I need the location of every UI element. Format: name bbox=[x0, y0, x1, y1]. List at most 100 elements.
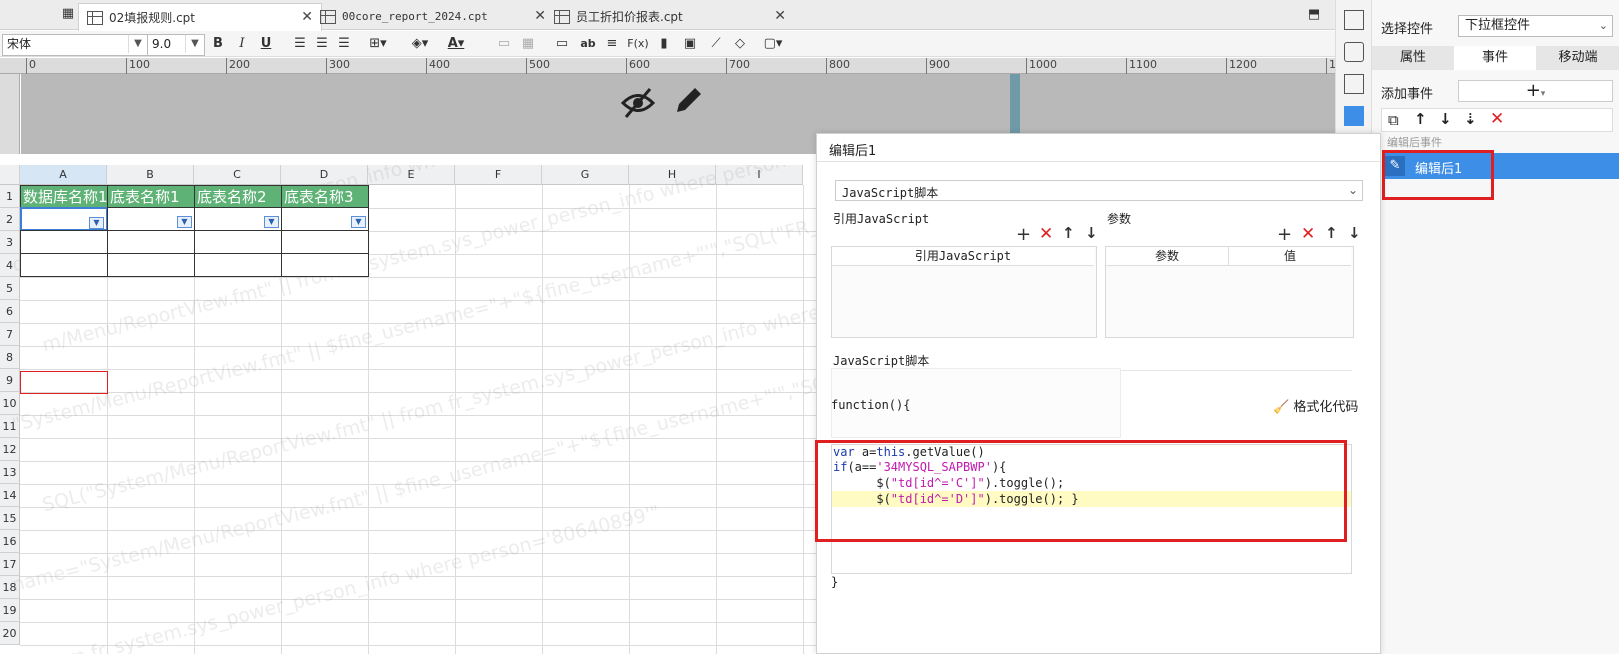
widget-select[interactable]: 下拉框控件 ⌄ bbox=[1458, 15, 1613, 37]
cell-b3[interactable] bbox=[107, 230, 195, 254]
arrow-down-icon[interactable]: ↓ bbox=[1348, 224, 1361, 242]
add-ref-js-icon[interactable]: + bbox=[1016, 224, 1031, 245]
cell-b2-dropdown[interactable]: ▼ bbox=[107, 207, 195, 231]
cell-d2-dropdown[interactable]: ▼ bbox=[281, 207, 369, 231]
dropdown-icon[interactable]: ▼ bbox=[177, 216, 192, 228]
formula-icon[interactable]: F(x) bbox=[626, 35, 650, 53]
params-table[interactable]: 参数 值 bbox=[1105, 246, 1354, 338]
row-header[interactable]: 15 bbox=[0, 507, 20, 530]
close-tab-icon[interactable]: ✕ bbox=[774, 8, 786, 24]
cell-d3[interactable] bbox=[281, 230, 369, 254]
event-type-select[interactable]: JavaScript脚本 ⌄ bbox=[835, 180, 1363, 201]
ref-js-table[interactable]: 引用JavaScript bbox=[831, 246, 1097, 338]
chart-icon[interactable]: ▮ bbox=[654, 35, 674, 53]
format-code-button[interactable]: 🧹 格式化代码 bbox=[1273, 396, 1358, 415]
cell-d4[interactable] bbox=[281, 253, 369, 277]
arrow-up-icon[interactable]: ↑ bbox=[1325, 224, 1338, 242]
row-header[interactable]: 2 bbox=[0, 208, 20, 231]
minimize-tabs-icon[interactable]: ⬒ bbox=[1304, 6, 1324, 24]
align-center-icon[interactable]: ☰ bbox=[312, 35, 332, 53]
image-icon[interactable]: ▣ bbox=[680, 35, 700, 53]
row-header[interactable]: 13 bbox=[0, 461, 20, 484]
row-header[interactable]: 5 bbox=[0, 277, 20, 300]
header-cell-b1[interactable]: 底表名称1 bbox=[107, 185, 195, 208]
delete-icon[interactable]: ✕ bbox=[1490, 109, 1504, 129]
edit-pencil-icon[interactable] bbox=[671, 84, 705, 118]
event-item-after-edit[interactable]: ✎ 编辑后1 bbox=[1382, 153, 1619, 179]
cell-a3[interactable] bbox=[20, 230, 108, 254]
cell-c4[interactable] bbox=[194, 253, 282, 277]
arrow-up-icon[interactable]: ↑ bbox=[1414, 110, 1427, 128]
row-header[interactable]: 16 bbox=[0, 530, 20, 553]
copy-icon[interactable]: ⧉ bbox=[1388, 111, 1399, 129]
arrow-up-icon[interactable]: ↑ bbox=[1062, 224, 1075, 242]
row-header[interactable]: 3 bbox=[0, 231, 20, 254]
column-header[interactable]: I bbox=[716, 165, 803, 185]
dropdown-icon[interactable]: ▼ bbox=[264, 216, 279, 228]
close-tab-icon[interactable]: ✕ bbox=[534, 8, 546, 24]
row-header[interactable]: 12 bbox=[0, 438, 20, 461]
tab-file-3[interactable]: 员工折扣价报表.cpt ✕ bbox=[546, 3, 794, 30]
widget-settings-icon[interactable] bbox=[1344, 42, 1364, 62]
row-header[interactable]: 11 bbox=[0, 415, 20, 438]
bold-button[interactable]: B bbox=[208, 35, 228, 53]
insert-widget-icon[interactable]: ▭ bbox=[552, 35, 572, 53]
font-size-select[interactable]: 9.0 ▼ bbox=[147, 34, 205, 56]
row-header[interactable]: 18 bbox=[0, 576, 20, 599]
delete-param-icon[interactable]: ✕ bbox=[1301, 224, 1315, 244]
border-icon[interactable]: ⊞▾ bbox=[368, 35, 388, 53]
tab-file-1[interactable]: 02填报规则.cpt ✕ bbox=[78, 3, 322, 31]
cell-b4[interactable] bbox=[107, 253, 195, 277]
column-header[interactable]: C bbox=[194, 165, 281, 185]
dropdown-icon[interactable]: ▼ bbox=[89, 217, 104, 229]
tab-mobile[interactable]: 移动端 bbox=[1536, 46, 1619, 70]
arrow-down-icon[interactable]: ↓ bbox=[1085, 224, 1098, 242]
cell-a4[interactable] bbox=[20, 253, 108, 277]
cell-border-icon[interactable]: ▢▾ bbox=[758, 35, 788, 53]
row-header[interactable]: 7 bbox=[0, 323, 20, 346]
format-brush-icon[interactable]: ◇ bbox=[730, 35, 750, 53]
delete-ref-js-icon[interactable]: ✕ bbox=[1039, 224, 1053, 244]
rich-text-icon[interactable]: ≡ bbox=[602, 35, 622, 53]
cell-c2-dropdown[interactable]: ▼ bbox=[194, 207, 282, 231]
text-ab-icon[interactable]: ab bbox=[578, 35, 598, 53]
tab-properties[interactable]: 属性 bbox=[1372, 46, 1454, 70]
column-header[interactable]: G bbox=[542, 165, 629, 185]
row-header[interactable]: 20 bbox=[0, 622, 20, 645]
js-code-editor[interactable]: var a=this.getValue() if(a=='34MYSQL_SAP… bbox=[831, 444, 1352, 574]
split-cell-icon[interactable]: ▦ bbox=[518, 35, 538, 53]
arrow-down-icon[interactable]: ↓ bbox=[1439, 110, 1452, 128]
row-header[interactable]: 6 bbox=[0, 300, 20, 323]
column-header[interactable]: B bbox=[107, 165, 194, 185]
frame-icon[interactable] bbox=[1344, 74, 1364, 94]
underline-button[interactable]: U bbox=[256, 35, 276, 53]
layout-icon[interactable] bbox=[1344, 10, 1364, 30]
font-family-select[interactable]: 宋体 ▼ bbox=[2, 34, 148, 56]
dropdown-widget-icon[interactable] bbox=[1344, 106, 1364, 126]
row-header[interactable]: 9 bbox=[0, 369, 20, 392]
add-event-button[interactable]: +▾ bbox=[1458, 80, 1613, 102]
tab-events[interactable]: 事件 bbox=[1454, 46, 1536, 70]
column-header[interactable]: F bbox=[455, 165, 542, 185]
align-right-icon[interactable]: ☰ bbox=[334, 35, 354, 53]
row-header[interactable]: 19 bbox=[0, 599, 20, 622]
cell-c3[interactable] bbox=[194, 230, 282, 254]
row-header[interactable]: 4 bbox=[0, 254, 20, 277]
column-header[interactable]: E bbox=[368, 165, 455, 185]
row-header[interactable]: 10 bbox=[0, 392, 20, 415]
row-header[interactable]: 17 bbox=[0, 553, 20, 576]
header-cell-c1[interactable]: 底表名称2 bbox=[194, 185, 282, 208]
column-header[interactable]: H bbox=[629, 165, 716, 185]
corner-cell[interactable] bbox=[0, 165, 20, 185]
row-header[interactable]: 1 bbox=[0, 185, 20, 208]
grid-menu-icon[interactable]: ▦ bbox=[58, 5, 78, 23]
row-header[interactable]: 14 bbox=[0, 484, 20, 507]
row-header[interactable]: 8 bbox=[0, 346, 20, 369]
cell-a2-dropdown[interactable]: ▼ bbox=[20, 207, 108, 231]
move-bottom-icon[interactable]: ⇣ bbox=[1464, 110, 1477, 128]
merge-cell-icon[interactable]: ▭ bbox=[494, 35, 514, 53]
fill-color-icon[interactable]: ◈▾ bbox=[410, 35, 430, 53]
align-left-icon[interactable]: ☰ bbox=[290, 35, 310, 53]
column-header[interactable]: D bbox=[281, 165, 368, 185]
hide-eye-icon[interactable] bbox=[621, 86, 655, 120]
